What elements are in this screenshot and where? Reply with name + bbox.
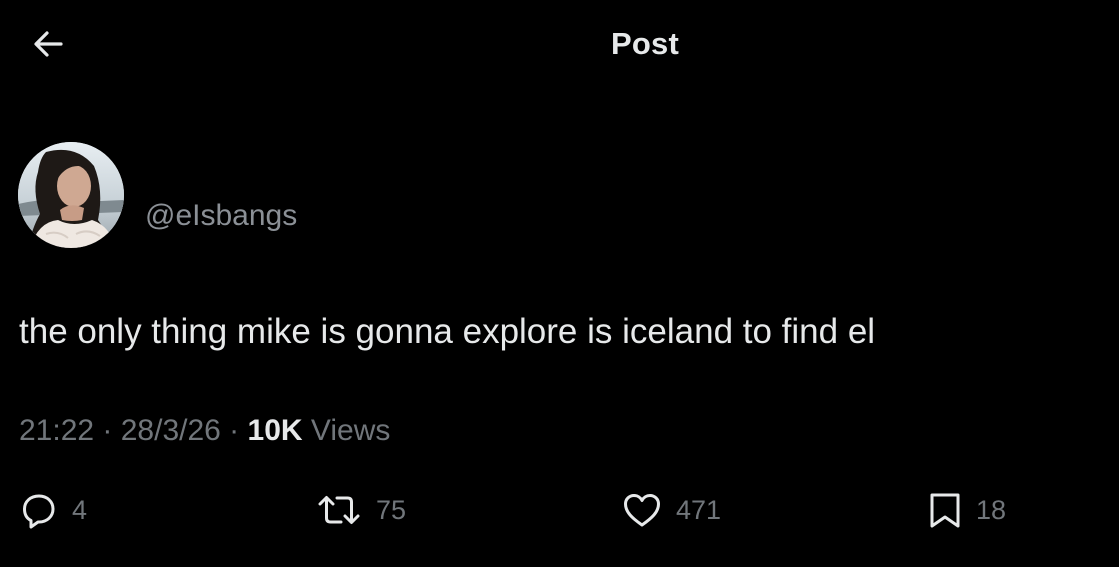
post-text: the only thing mike is gonna explore is … <box>19 312 876 351</box>
bookmark-count: 18 <box>976 494 1007 525</box>
bookmark-icon <box>928 491 962 529</box>
like-button[interactable]: 471 <box>622 485 721 535</box>
like-count: 471 <box>676 494 722 525</box>
repost-button[interactable]: 75 <box>316 485 406 535</box>
meta-separator: · <box>94 414 121 447</box>
heart-icon <box>622 491 662 529</box>
post-date: 28/3/26 <box>120 414 221 447</box>
top-bar: Post <box>0 0 1119 92</box>
meta-separator: · <box>220 414 248 447</box>
views-count[interactable]: 10K <box>248 414 303 447</box>
repost-count: 75 <box>376 494 407 525</box>
repost-icon <box>316 491 362 529</box>
action-bar: 4 75 471 18 <box>0 485 1119 535</box>
views-label: Views <box>302 414 391 447</box>
post-time: 21:22 <box>19 414 95 447</box>
bookmark-button[interactable]: 18 <box>928 485 1006 535</box>
post-meta: 21:22 · 28/3/26 · 10K Views <box>19 414 390 448</box>
reply-button[interactable]: 4 <box>20 485 87 535</box>
author-handle[interactable]: @eIsbangs <box>145 199 297 233</box>
avatar[interactable] <box>18 142 124 248</box>
reply-count: 4 <box>72 494 88 525</box>
reply-icon <box>20 491 58 529</box>
page-title: Post <box>611 26 679 61</box>
